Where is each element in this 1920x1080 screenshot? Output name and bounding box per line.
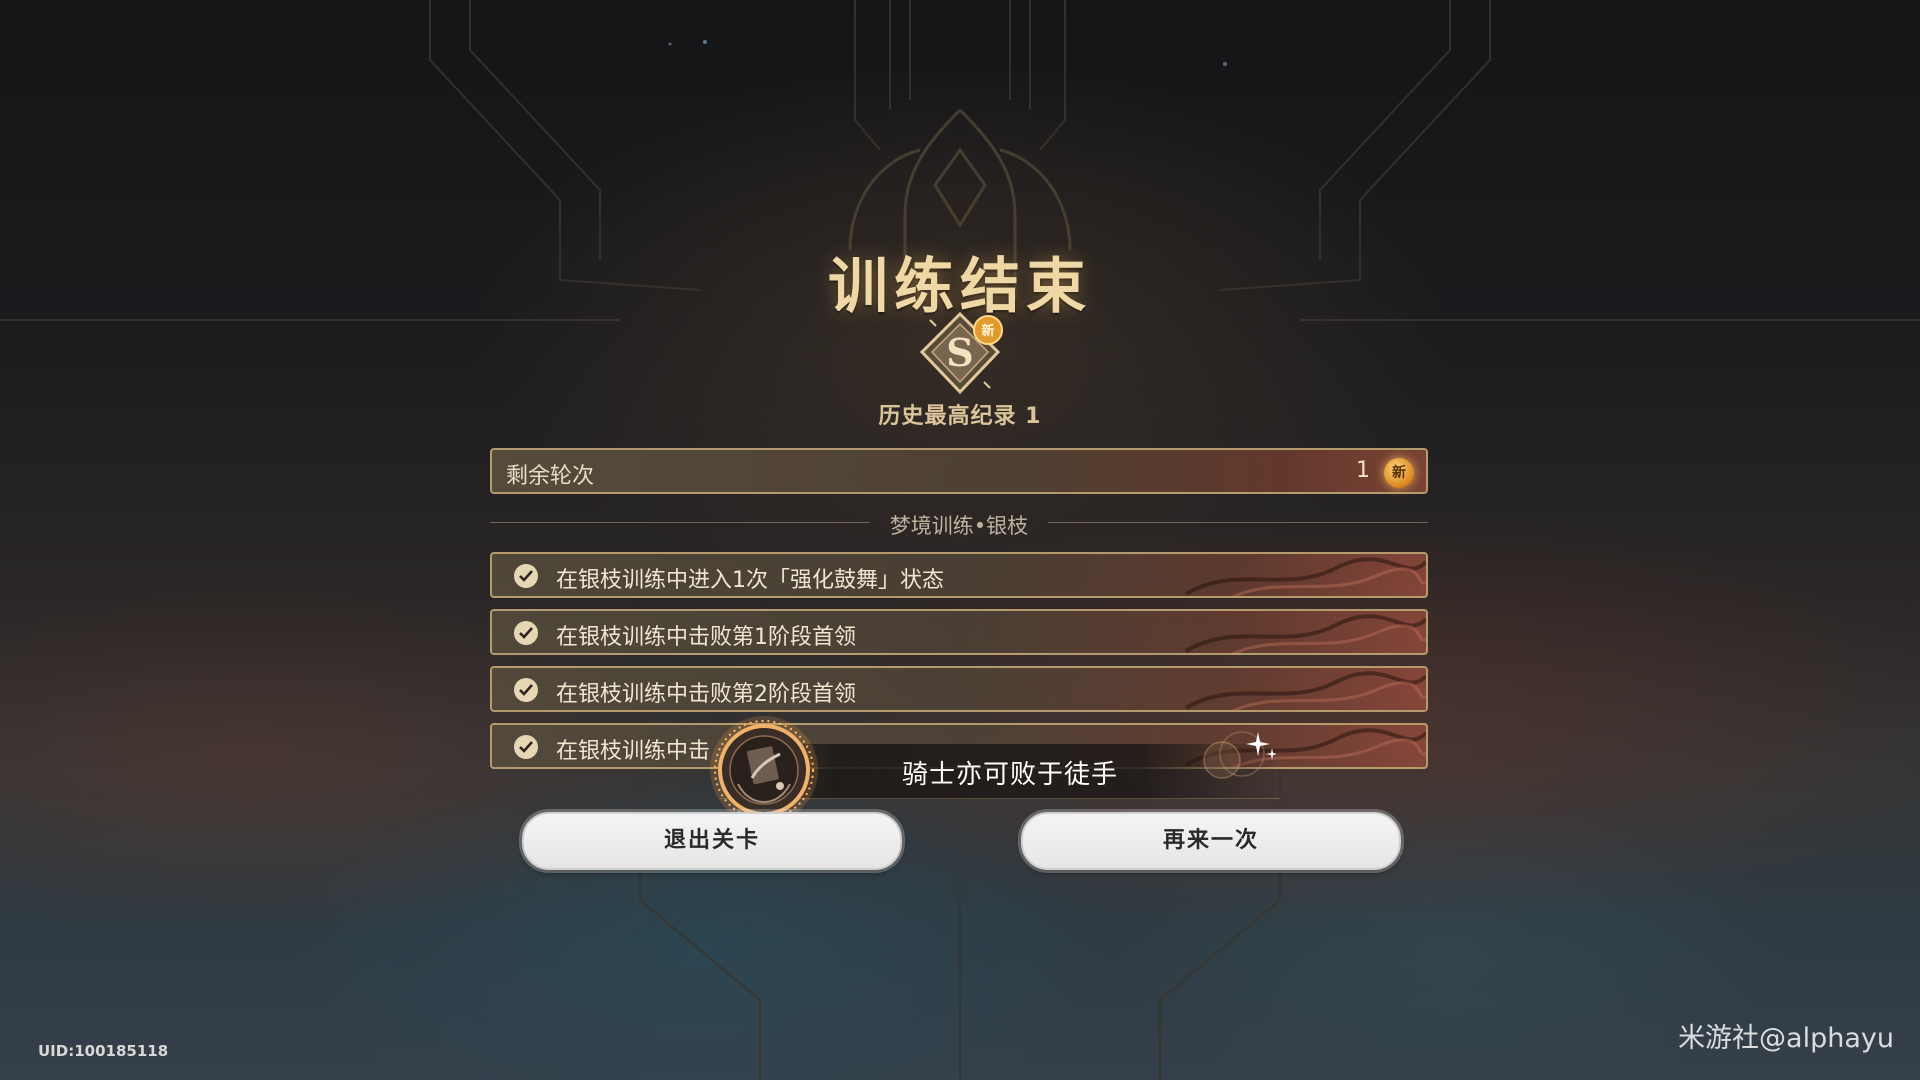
remaining-rounds-value: 1 <box>1356 458 1370 483</box>
retry-button[interactable]: 再来一次 <box>1021 812 1401 870</box>
task-row: 在银枝训练中击败第2阶段首领 <box>490 666 1428 712</box>
achievement-name: 骑士亦可败于徒手 <box>901 760 1118 790</box>
wave-decoration <box>1184 614 1426 653</box>
section-divider: 梦境训练•银枝 <box>490 510 1428 538</box>
background-ornament <box>0 0 1920 1080</box>
task-row: 在银枝训练中击败第1阶段首领 <box>490 609 1428 655</box>
task-text: 在银枝训练中击败第2阶段首领 <box>556 682 856 707</box>
wave-decoration <box>1184 557 1426 596</box>
exit-stage-button[interactable]: 退出关卡 <box>522 812 902 870</box>
remaining-rounds-label: 剩余轮次 <box>506 464 595 489</box>
task-row: 在银枝训练中进入1次「强化鼓舞」状态 <box>490 552 1428 598</box>
watermark: 米游社@alphayu <box>1678 1023 1894 1054</box>
grade-letter: S <box>946 330 973 375</box>
new-tag: 新 <box>981 323 994 339</box>
uid-label: UID:100185118 <box>38 1042 169 1060</box>
wave-decoration <box>1184 671 1426 710</box>
best-record: 历史最高纪录 1 <box>878 404 1042 429</box>
section-title: 梦境训练•银枝 <box>889 514 1029 538</box>
task-text: 在银枝训练中进入1次「强化鼓舞」状态 <box>556 568 944 593</box>
checkmark-icon <box>514 564 538 588</box>
checkmark-icon <box>514 621 538 645</box>
new-tag: 新 <box>1384 458 1414 488</box>
training-result-screen: 训练结束 S 新 历史最高纪录 1 剩余轮次 1 新 梦境训练•银枝 在银枝训练… <box>0 0 1920 1080</box>
grade-badge: S 新 <box>919 311 1003 395</box>
remaining-rounds-bar: 剩余轮次 1 新 <box>490 448 1428 494</box>
task-text: 在银枝训练中击败第1阶段首领 <box>556 625 856 650</box>
checkmark-icon <box>514 678 538 702</box>
